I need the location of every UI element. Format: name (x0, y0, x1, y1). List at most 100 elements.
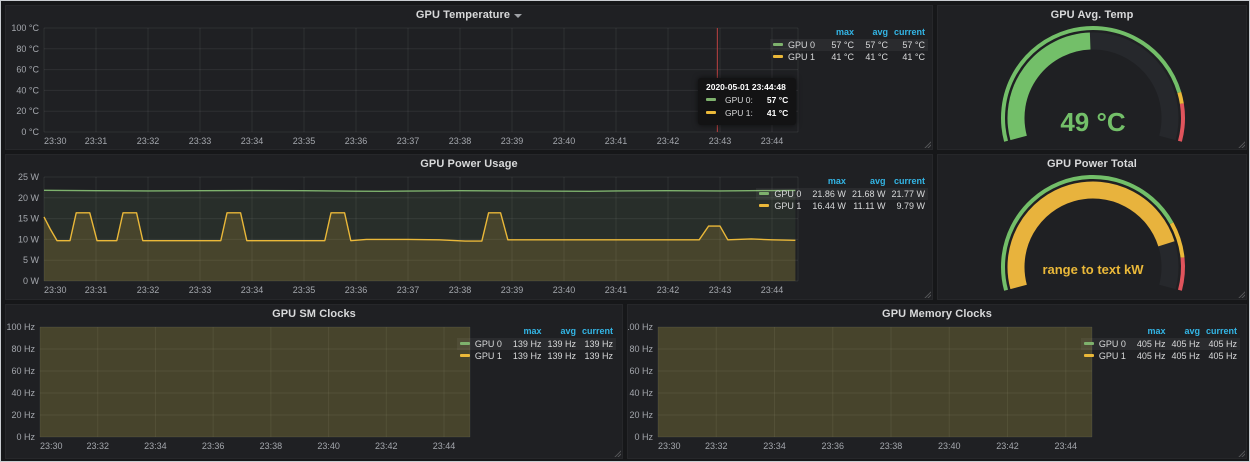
panel-header-gpu-avg-temp[interactable]: GPU Avg. Temp (938, 6, 1246, 24)
svg-text:40 Hz: 40 Hz (629, 388, 653, 398)
panel-title[interactable]: GPU Power Total (1047, 158, 1137, 170)
svg-text:100 Hz: 100 Hz (6, 322, 35, 332)
legend-col-header-max[interactable]: max (809, 175, 849, 188)
panel-header-gpu-temperature[interactable]: GPU Temperature (6, 6, 932, 24)
legend-col-header-max[interactable]: max (510, 325, 545, 338)
panel-gpu-power-usage: GPU Power Usage 0 W5 W10 W15 W20 W25 W23… (5, 154, 933, 300)
legend-col-header-max[interactable]: max (823, 26, 857, 39)
svg-text:20 Hz: 20 Hz (629, 410, 653, 420)
svg-text:23:35: 23:35 (293, 136, 316, 146)
panel-resize-handle[interactable] (1236, 139, 1245, 148)
svg-text:23:40: 23:40 (553, 136, 576, 146)
legend-value: 139 Hz (544, 338, 579, 350)
legend-series-name[interactable]: GPU 0 (1081, 338, 1134, 350)
tooltip-series-name: GPU 1: (725, 107, 753, 120)
svg-text:25 W: 25 W (18, 172, 40, 182)
legend-col-header-current[interactable]: current (1203, 325, 1240, 338)
legend-value: 41 °C (857, 51, 891, 63)
legend-value: 139 Hz (510, 338, 545, 350)
panel-header-gpu-power-usage[interactable]: GPU Power Usage (6, 155, 932, 173)
tooltip-series-value: 57 °C (767, 94, 788, 107)
svg-text:0 Hz: 0 Hz (16, 432, 35, 442)
legend-spacer (756, 175, 809, 188)
svg-text:23:34: 23:34 (241, 136, 264, 146)
legend-value: 405 Hz (1203, 350, 1240, 362)
panel-header-gpu-sm-clocks[interactable]: GPU SM Clocks (6, 305, 622, 323)
panel-header-gpu-power-total[interactable]: GPU Power Total (938, 155, 1246, 173)
series-color-swatch-icon (759, 192, 769, 195)
series-color-swatch-icon (1084, 354, 1094, 357)
svg-text:40 Hz: 40 Hz (11, 388, 35, 398)
series-color-swatch-icon (460, 342, 470, 345)
svg-text:23:41: 23:41 (605, 136, 628, 146)
legend-series-name[interactable]: GPU 0 (770, 39, 823, 51)
legend-series-name[interactable]: GPU 1 (457, 350, 510, 362)
legend-series-name[interactable]: GPU 0 (756, 188, 809, 200)
legend-col-header-avg[interactable]: avg (1168, 325, 1203, 338)
panel-header-gpu-memory-clocks[interactable]: GPU Memory Clocks (628, 305, 1246, 323)
svg-text:80 Hz: 80 Hz (629, 344, 653, 354)
panel-resize-handle[interactable] (1236, 448, 1245, 457)
legend-spacer (770, 26, 823, 39)
legend-series-name[interactable]: GPU 1 (756, 200, 809, 212)
legend-col-header-current[interactable]: current (888, 175, 928, 188)
panel-gpu-temperature: GPU Temperature 0 °C20 °C40 °C60 °C80 °C… (5, 5, 933, 150)
panel-resize-handle[interactable] (922, 139, 931, 148)
panel-title[interactable]: GPU Temperature (416, 9, 510, 21)
legend-row: GPU 1405 Hz405 Hz405 Hz (1081, 350, 1240, 362)
svg-text:23:38: 23:38 (449, 136, 472, 146)
legend-col-header-current[interactable]: current (891, 26, 928, 39)
chevron-down-icon[interactable] (514, 14, 522, 18)
legend-series-name[interactable]: GPU 0 (457, 338, 510, 350)
series-color-swatch-icon (460, 354, 470, 357)
svg-text:23:37: 23:37 (397, 136, 420, 146)
svg-text:23:44: 23:44 (1055, 441, 1078, 451)
svg-text:0 °C: 0 °C (21, 127, 39, 137)
svg-text:23:42: 23:42 (375, 441, 398, 451)
legend-col-header-avg[interactable]: avg (857, 26, 891, 39)
legend-value: 405 Hz (1134, 350, 1169, 362)
svg-text:23:32: 23:32 (137, 136, 160, 146)
legend-series-name[interactable]: GPU 1 (1081, 350, 1134, 362)
legend-row: GPU 0139 Hz139 Hz139 Hz (457, 338, 616, 350)
legend-col-header-avg[interactable]: avg (544, 325, 579, 338)
panel-resize-handle[interactable] (1236, 289, 1245, 298)
legend-spacer (1081, 325, 1134, 338)
legend-col-header-max[interactable]: max (1134, 325, 1169, 338)
svg-text:23:38: 23:38 (260, 441, 283, 451)
legend-value: 405 Hz (1203, 338, 1240, 350)
grafana-dashboard: GPU Temperature 0 °C20 °C40 °C60 °C80 °C… (0, 0, 1250, 462)
svg-text:20 W: 20 W (18, 193, 40, 203)
svg-text:60 °C: 60 °C (16, 65, 39, 75)
series-color-swatch-icon (773, 55, 783, 58)
legend-row: GPU 116.44 W11.11 W9.79 W (756, 200, 928, 212)
svg-text:23:38: 23:38 (880, 441, 903, 451)
svg-text:100 Hz: 100 Hz (628, 322, 653, 332)
svg-text:23:42: 23:42 (996, 441, 1019, 451)
legend-col-header-avg[interactable]: avg (849, 175, 889, 188)
svg-text:23:40: 23:40 (938, 441, 961, 451)
gauge-value-text: 49 °C (1060, 107, 1126, 137)
panel-title[interactable]: GPU Power Usage (420, 158, 517, 170)
panel-title[interactable]: GPU SM Clocks (272, 308, 356, 320)
panel-resize-handle[interactable] (612, 448, 621, 457)
svg-text:23:41: 23:41 (605, 285, 628, 295)
svg-text:20 Hz: 20 Hz (11, 410, 35, 420)
legend-col-header-current[interactable]: current (579, 325, 616, 338)
svg-text:60 Hz: 60 Hz (629, 366, 653, 376)
legend-value: 139 Hz (579, 338, 616, 350)
series-color-swatch-icon (706, 111, 716, 114)
svg-text:23:44: 23:44 (761, 136, 784, 146)
legend-value: 21.86 W (809, 188, 849, 200)
gpu-temperature-legend: maxavgcurrentGPU 057 °C57 °C57 °CGPU 141… (770, 26, 928, 63)
tooltip-timestamp: 2020-05-01 23:44:48 (706, 82, 788, 92)
panel-resize-handle[interactable] (922, 289, 931, 298)
svg-text:23:33: 23:33 (189, 136, 212, 146)
svg-text:23:30: 23:30 (40, 441, 63, 451)
legend-value: 11.11 W (849, 200, 889, 212)
svg-text:5 W: 5 W (23, 255, 40, 265)
svg-text:23:32: 23:32 (137, 285, 160, 295)
panel-title[interactable]: GPU Memory Clocks (882, 308, 992, 320)
legend-series-name[interactable]: GPU 1 (770, 51, 823, 63)
panel-title[interactable]: GPU Avg. Temp (1051, 9, 1134, 21)
